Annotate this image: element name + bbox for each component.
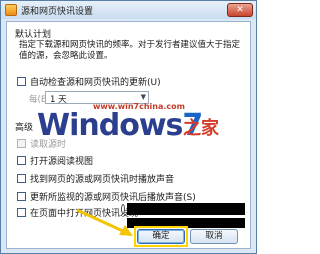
advanced-option-label: 打开源阅读视图	[30, 157, 94, 167]
close-button[interactable]: ✕	[227, 3, 253, 17]
advanced-option[interactable]: 更新所监视的源或网页快讯后播放声音(S)	[17, 190, 196, 203]
advanced-option-label: 找到网页的源或网页快讯时播放声音	[30, 175, 175, 185]
feed-icon	[5, 4, 17, 16]
advanced-option: 读取源时	[17, 137, 66, 150]
title-bar[interactable]: 源和网页快讯设置 ✕	[1, 1, 256, 19]
advanced-option-checkbox[interactable]	[17, 208, 26, 217]
auto-check-checkbox[interactable]	[17, 77, 26, 86]
auto-check-option[interactable]: 自动检查源和网页快讯的更新(U)	[17, 75, 161, 88]
default-schedule-heading: 默认计划	[15, 30, 52, 40]
advanced-option-label: 读取源时	[30, 140, 67, 150]
window-title: 源和网页快讯设置	[21, 7, 94, 17]
advanced-option-checkbox[interactable]	[17, 174, 26, 183]
dialog-content: 默认计划 指定下载源和网页快讯的频率。对于发行者建议值大于指定值的源，会忽略此设…	[6, 21, 251, 249]
cancel-button[interactable]: 取消	[190, 229, 238, 244]
advanced-option[interactable]: 找到网页的源或网页快讯时播放声音	[17, 172, 174, 185]
redacted-block	[127, 203, 245, 215]
advanced-option-label: 更新所监视的源或网页快讯后播放声音(S)	[30, 193, 196, 203]
default-schedule-description: 指定下载源和网页快讯的频率。对于发行者建议值大于指定值的源，会忽略此设置。	[19, 40, 241, 61]
advanced-option-checkbox	[17, 139, 26, 148]
advanced-heading: 高级	[15, 123, 34, 133]
close-icon: ✕	[236, 5, 244, 15]
frequency-select[interactable]: 1 天 ▼	[45, 91, 149, 105]
ok-button[interactable]: 确定	[137, 229, 185, 244]
redacted-marker	[121, 204, 125, 214]
chevron-down-icon: ▼	[140, 93, 146, 101]
advanced-option[interactable]: 在页面中打开网页快讯发现	[17, 206, 138, 219]
advanced-option-checkbox[interactable]	[17, 192, 26, 201]
settings-dialog: 源和网页快讯设置 ✕ 默认计划 指定下载源和网页快讯的频率。对于发行者建议值大于…	[0, 0, 257, 254]
advanced-option[interactable]: 打开源阅读视图	[17, 154, 93, 167]
advanced-option-checkbox[interactable]	[17, 156, 26, 165]
redacted-block	[127, 218, 245, 228]
frequency-value: 1 天	[50, 95, 67, 105]
auto-check-label: 自动检查源和网页快讯的更新(U)	[30, 78, 161, 88]
